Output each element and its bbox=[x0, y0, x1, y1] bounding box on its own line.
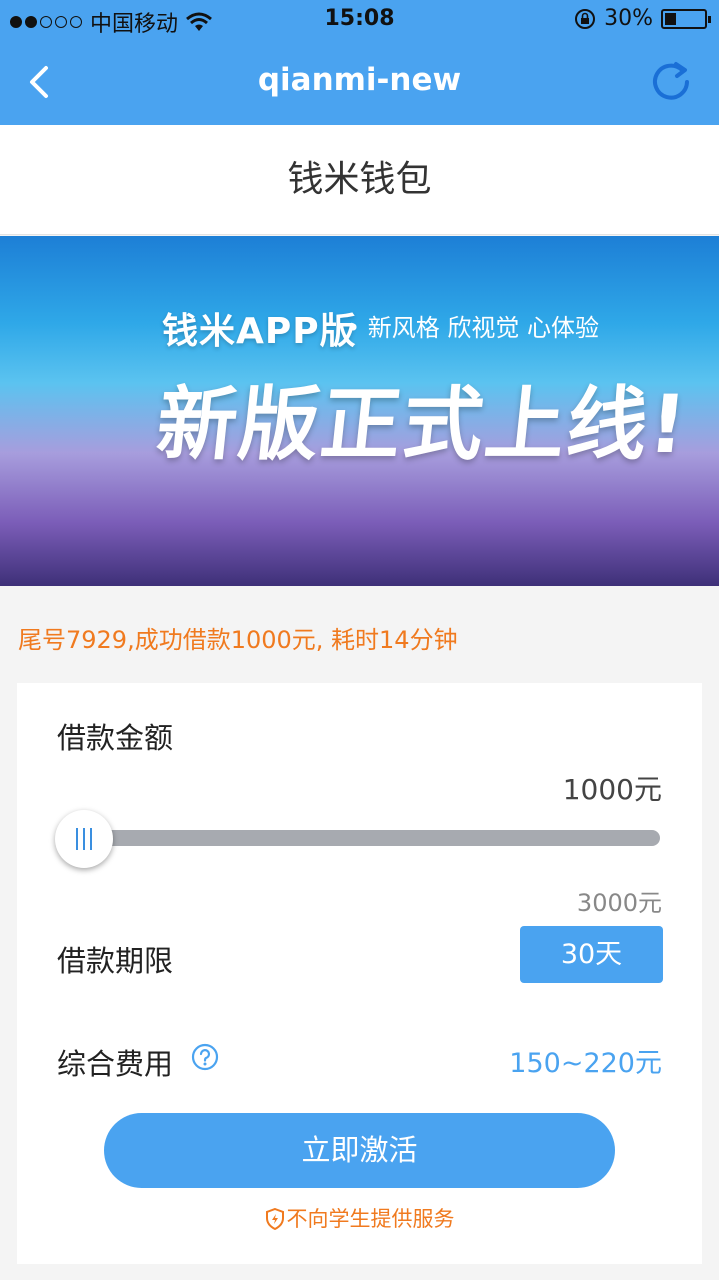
loan-card: 借款金额 1000元 3000元 借款期限 30天 综合费用 150~220元 … bbox=[17, 683, 702, 1264]
orientation-lock-icon bbox=[575, 8, 596, 29]
status-right: 30% bbox=[574, 6, 711, 31]
help-icon[interactable] bbox=[191, 1043, 219, 1071]
student-disclaimer: 不向学生提供服务 bbox=[17, 1203, 702, 1233]
amount-slider-track[interactable] bbox=[83, 830, 660, 846]
banner-title: 钱米APP版 bbox=[162, 311, 357, 352]
banner-subtitle: • 新风格 欣视觉 心体验 bbox=[346, 314, 600, 342]
refresh-icon bbox=[653, 62, 689, 100]
banner-headline: 新版正式上线! bbox=[152, 378, 693, 471]
battery-icon bbox=[661, 8, 711, 29]
term-select-button[interactable]: 30天 bbox=[520, 926, 663, 983]
nav-bar: qianmi-new bbox=[0, 40, 719, 125]
amount-slider-thumb[interactable] bbox=[55, 810, 113, 868]
shield-icon bbox=[265, 1207, 284, 1231]
amount-value: 1000元 bbox=[562, 773, 662, 806]
nav-title: qianmi-new bbox=[257, 62, 462, 98]
loan-notice: 尾号7929,成功借款1000元, 耗时14分钟 bbox=[18, 626, 458, 654]
term-label: 借款期限 bbox=[57, 944, 174, 978]
fee-value: 150~220元 bbox=[509, 1048, 662, 1079]
page-title: 钱米钱包 bbox=[287, 159, 432, 200]
amount-max-value: 3000元 bbox=[576, 889, 662, 917]
refresh-button[interactable] bbox=[649, 58, 693, 102]
status-bar: 中国移动 15:08 30% bbox=[0, 0, 719, 40]
amount-label: 借款金额 bbox=[57, 721, 174, 755]
page-header: 钱米钱包 bbox=[0, 125, 719, 235]
fee-label: 综合费用 bbox=[57, 1047, 174, 1081]
battery-percent: 30% bbox=[604, 6, 653, 31]
disclaimer-text: 不向学生提供服务 bbox=[286, 1207, 455, 1231]
activate-button[interactable]: 立即激活 bbox=[104, 1113, 615, 1188]
